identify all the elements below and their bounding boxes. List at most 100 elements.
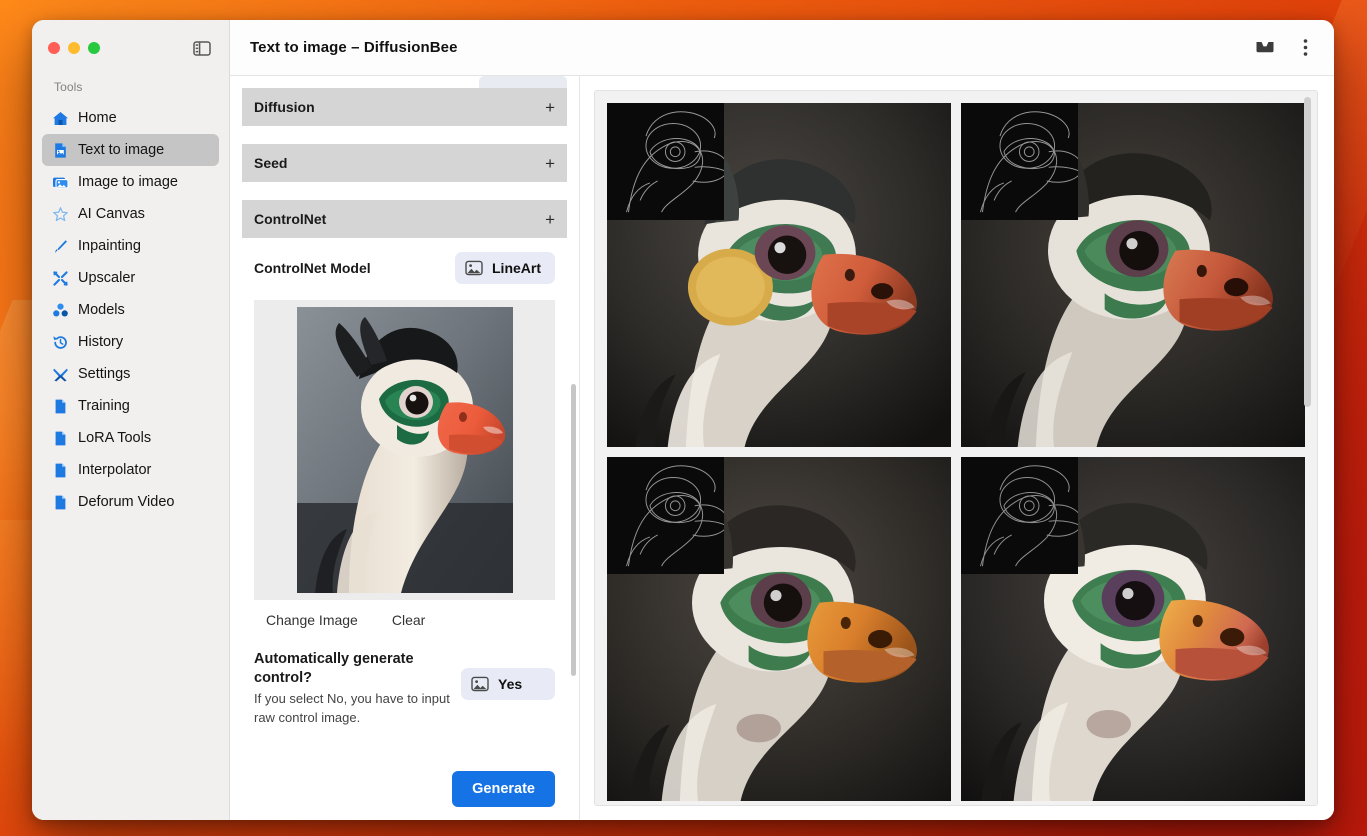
expand-icon: +: [545, 211, 555, 228]
section-title: ControlNet: [254, 211, 326, 227]
settings-scrollbar[interactable]: [571, 384, 576, 676]
sidebar-item-label: Training: [78, 398, 130, 414]
settings-accordion: Diffusion + Seed + ControlNet +: [230, 88, 579, 739]
traffic-light-controls: [32, 20, 229, 76]
sidebar-item-training[interactable]: Training: [42, 390, 219, 422]
sidebar-item-label: Inpainting: [78, 238, 141, 254]
sidebar-item-upscaler[interactable]: Upscaler: [42, 262, 219, 294]
titlebar-actions: [1254, 37, 1316, 59]
control-image-links: Change Image Clear: [254, 600, 555, 628]
document-icon: [52, 462, 69, 479]
expand-icon: +: [545, 155, 555, 172]
sidebar-item-history[interactable]: History: [42, 326, 219, 358]
result-image-2[interactable]: [961, 103, 1305, 447]
maximize-window-button[interactable]: [88, 42, 100, 54]
sidebar-item-label: Upscaler: [78, 270, 135, 286]
image-icon: [471, 676, 489, 692]
sidebar-item-home[interactable]: Home: [42, 102, 219, 134]
settings-footer: Generate: [230, 758, 579, 820]
peek-pill: [479, 76, 567, 88]
sidebar: Tools Home: [32, 20, 230, 820]
star-icon: [52, 206, 69, 223]
sidebar-item-label: Text to image: [78, 142, 164, 158]
result-image-4[interactable]: [961, 457, 1305, 801]
sidebar-item-image-to-image[interactable]: Image to image: [42, 166, 219, 198]
controlnet-model-row: ControlNet Model: [254, 252, 555, 284]
sidebar-item-models[interactable]: Models: [42, 294, 219, 326]
auto-generate-description: If you select No, you have to input raw …: [254, 690, 454, 728]
main-column: Text to image – DiffusionBee: [230, 20, 1334, 820]
section-header-controlnet[interactable]: ControlNet +: [242, 200, 567, 238]
result-image-1[interactable]: [607, 103, 951, 447]
document-icon: [52, 494, 69, 511]
scrolled-off-control: [242, 76, 567, 88]
sidebar-item-label: AI Canvas: [78, 206, 145, 222]
generate-button[interactable]: Generate: [452, 771, 555, 807]
sidebar-item-label: LoRA Tools: [78, 430, 151, 446]
document-icon: [52, 398, 69, 415]
sidebar-item-interpolator[interactable]: Interpolator: [42, 454, 219, 486]
kebab-menu-icon[interactable]: [1294, 37, 1316, 59]
auto-generate-control-row: Automatically generate control? If you s…: [254, 650, 555, 727]
text-to-image-icon: [52, 142, 69, 159]
auto-generate-title: Automatically generate control?: [254, 650, 454, 688]
sidebar-item-label: Deforum Video: [78, 494, 174, 510]
control-image-preview[interactable]: [297, 307, 513, 593]
image-to-image-icon: [52, 174, 69, 191]
history-icon: [52, 334, 69, 351]
section-title: Seed: [254, 155, 287, 171]
page-title: Text to image – DiffusionBee: [250, 39, 458, 56]
minimize-window-button[interactable]: [68, 42, 80, 54]
control-image-frame: [254, 300, 555, 600]
sidebar-item-text-to-image[interactable]: Text to image: [42, 134, 219, 166]
auto-generate-value: Yes: [498, 676, 522, 692]
window-body: Tools Home: [32, 20, 1334, 820]
sidebar-toggle-icon[interactable]: [191, 37, 213, 59]
controlnet-model-select[interactable]: LineArt: [455, 252, 555, 284]
models-icon: [52, 302, 69, 319]
change-image-link[interactable]: Change Image: [266, 612, 358, 628]
sidebar-section-label: Tools: [32, 76, 229, 102]
settings-icon: [52, 366, 69, 383]
section-header-seed[interactable]: Seed +: [242, 144, 567, 182]
controlnet-body: ControlNet Model: [242, 238, 567, 739]
controlnet-model-value: LineArt: [492, 260, 541, 276]
sidebar-item-inpainting[interactable]: Inpainting: [42, 230, 219, 262]
lineart-thumbnail-1: [607, 103, 724, 220]
brush-icon: [52, 238, 69, 255]
auto-generate-select[interactable]: Yes: [461, 668, 555, 700]
results-panel: [580, 76, 1334, 820]
section-header-diffusion[interactable]: Diffusion +: [242, 88, 567, 126]
sidebar-item-settings[interactable]: Settings: [42, 358, 219, 390]
lineart-thumbnail-4: [961, 457, 1078, 574]
sidebar-item-label: Home: [78, 110, 117, 126]
sidebar-item-deforum-video[interactable]: Deforum Video: [42, 486, 219, 518]
result-image-3[interactable]: [607, 457, 951, 801]
section-title: Diffusion: [254, 99, 315, 115]
document-icon: [52, 430, 69, 447]
sidebar-item-label: History: [78, 334, 123, 350]
expand-icon: +: [545, 99, 555, 116]
titlebar: Text to image – DiffusionBee: [230, 20, 1334, 76]
lineart-thumbnail-2: [961, 103, 1078, 220]
home-icon: [52, 110, 69, 127]
app-window: Tools Home: [32, 20, 1334, 820]
controlnet-model-label: ControlNet Model: [254, 260, 371, 276]
sidebar-item-label: Models: [78, 302, 125, 318]
sidebar-item-label: Settings: [78, 366, 130, 382]
settings-scroll-area: Diffusion + Seed + ControlNet +: [230, 76, 579, 758]
close-window-button[interactable]: [48, 42, 60, 54]
sidebar-item-ai-canvas[interactable]: AI Canvas: [42, 198, 219, 230]
sidebar-item-lora-tools[interactable]: LoRA Tools: [42, 422, 219, 454]
image-icon: [465, 260, 483, 276]
inbox-icon[interactable]: [1254, 37, 1276, 59]
lineart-thumbnail-3: [607, 457, 724, 574]
auto-generate-control: Yes: [461, 650, 555, 700]
results-scroll-area: [594, 90, 1318, 806]
content-area: Diffusion + Seed + ControlNet +: [230, 76, 1334, 820]
results-grid: [607, 103, 1305, 801]
settings-panel: Diffusion + Seed + ControlNet +: [230, 76, 580, 820]
sidebar-item-label: Image to image: [78, 174, 178, 190]
clear-image-link[interactable]: Clear: [392, 612, 425, 628]
results-scrollbar[interactable]: [1304, 97, 1311, 407]
